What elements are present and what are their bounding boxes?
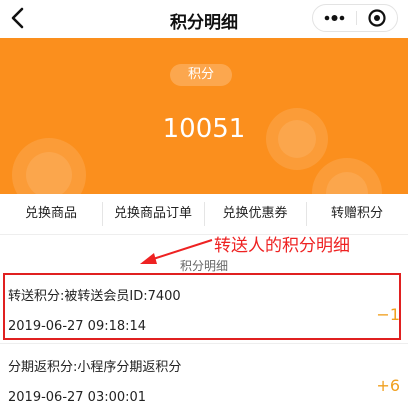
points-balance: 10051 — [162, 114, 246, 144]
tab-exchange-goods[interactable]: 兑换商品 — [0, 194, 102, 234]
tab-transfer-points[interactable]: 转赠积分 — [306, 194, 408, 234]
record-points-change: +6 — [376, 376, 400, 395]
tab-exchange-orders[interactable]: 兑换商品订单 — [102, 194, 204, 234]
record-description: 分期返积分:小程序分期返积分 — [8, 360, 182, 375]
action-tabs: 兑换商品 兑换商品订单 兑换优惠券 转赠积分 — [0, 194, 408, 234]
record-time: 2019-06-27 09:18:14 — [8, 319, 147, 334]
coin-decoration — [26, 152, 72, 194]
record-points-change: −1 — [376, 305, 400, 324]
points-summary-card: 积分 10051 — [0, 38, 408, 194]
list-item: 转送积分:被转送会员ID:7400 2019-06-27 09:18:14 −1 — [0, 275, 408, 341]
close-button[interactable] — [357, 5, 398, 31]
annotation-arrow — [140, 239, 213, 264]
top-navbar: 积分明细 — [0, 0, 408, 38]
annotation-label: 转送人的积分明细 — [214, 236, 350, 256]
points-label-badge: 积分 — [170, 64, 232, 86]
more-button[interactable] — [313, 5, 356, 31]
more-dots-icon — [324, 15, 345, 21]
record-description: 转送积分:被转送会员ID:7400 — [8, 289, 181, 304]
mini-program-capsule — [312, 4, 398, 32]
tab-exchange-coupons[interactable]: 兑换优惠券 — [204, 194, 306, 234]
list-item: 分期返积分:小程序分期返积分 2019-06-27 03:00:01 +6 — [0, 346, 408, 417]
target-circle-icon — [368, 9, 386, 27]
record-time: 2019-06-27 03:00:01 — [8, 390, 147, 405]
record-divider — [0, 343, 408, 344]
